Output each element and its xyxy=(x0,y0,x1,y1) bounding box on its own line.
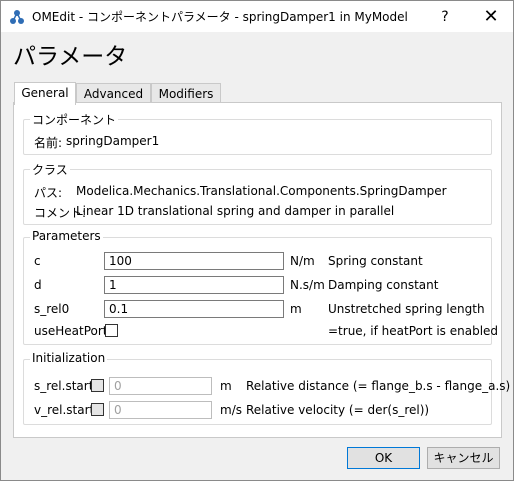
dialog-window: OMEdit - コンポーネントパラメータ - springDamper1 in… xyxy=(0,0,514,481)
cancel-button[interactable]: キャンセル xyxy=(427,447,500,469)
initialization-group: Initialization s_rel.start 0 m Relative … xyxy=(23,351,510,425)
param-c-input[interactable]: 100 xyxy=(104,252,284,270)
tab-general[interactable]: General xyxy=(14,82,76,105)
tab-advanced[interactable]: Advanced xyxy=(76,83,151,104)
s-rel-start-fixed-checkbox[interactable] xyxy=(91,379,104,392)
tab-modifiers[interactable]: Modifiers xyxy=(151,83,221,104)
name-label: 名前: xyxy=(34,136,63,150)
param-d-label: d xyxy=(34,278,42,292)
param-d-input[interactable]: 1 xyxy=(104,276,284,294)
use-heatport-desc: =true, if heatPort is enabled xyxy=(328,324,499,338)
param-s-rel0-input[interactable]: 0.1 xyxy=(104,300,284,318)
s-rel-start-desc: Relative distance (= flange_b.s - flange… xyxy=(246,379,511,393)
param-d-desc: Damping constant xyxy=(328,278,439,292)
param-s-rel0-unit: m xyxy=(290,302,302,316)
v-rel-start-unit: m/s xyxy=(220,403,242,417)
v-rel-start-input[interactable]: 0 xyxy=(109,401,212,419)
ok-button[interactable]: OK xyxy=(347,447,420,469)
title-bar[interactable]: OMEdit - コンポーネントパラメータ - springDamper1 in… xyxy=(1,1,513,32)
page-heading: パラメータ xyxy=(13,44,128,70)
use-heatport-checkbox[interactable] xyxy=(105,324,118,337)
param-c-desc: Spring constant xyxy=(328,254,423,268)
window-title: OMEdit - コンポーネントパラメータ - springDamper1 in… xyxy=(32,10,408,24)
param-c-label: c xyxy=(34,254,41,268)
s-rel-start-unit: m xyxy=(220,379,232,393)
param-s-rel0-label: s_rel0 xyxy=(34,302,70,316)
help-button[interactable]: ? xyxy=(433,5,457,29)
component-group: コンポーネント 名前: springDamper1 xyxy=(23,111,492,155)
v-rel-start-fixed-checkbox[interactable] xyxy=(91,403,104,416)
parameters-group: Parameters c 100 N/m Spring constant d 1… xyxy=(23,229,498,345)
s-rel-start-input[interactable]: 0 xyxy=(109,377,212,395)
component-group-title: コンポーネント xyxy=(30,111,119,128)
initialization-group-title: Initialization xyxy=(30,351,108,365)
use-heatport-label: useHeatPort xyxy=(34,324,108,338)
param-c-unit: N/m xyxy=(290,254,315,268)
path-label: パス: xyxy=(34,186,63,200)
param-d-unit: N.s/m xyxy=(290,278,325,292)
name-value: springDamper1 xyxy=(66,134,160,148)
s-rel-start-label: s_rel.start xyxy=(34,379,94,393)
general-tab-panel: コンポーネント 名前: springDamper1 クラス パス: Modeli… xyxy=(13,102,510,438)
v-rel-start-label: v_rel.start xyxy=(34,403,95,417)
parameters-group-title: Parameters xyxy=(30,229,103,243)
v-rel-start-desc: Relative velocity (= der(s_rel)) xyxy=(246,403,430,417)
param-s-rel0-desc: Unstretched spring length xyxy=(328,302,485,316)
comment-value: Linear 1D translational spring and dampe… xyxy=(76,204,395,218)
class-group-title: クラス xyxy=(30,161,70,178)
path-value: Modelica.Mechanics.Translational.Compone… xyxy=(76,184,447,198)
class-group: クラス パス: Modelica.Mechanics.Translational… xyxy=(23,161,492,225)
omedit-app-icon xyxy=(10,10,24,24)
close-button[interactable]: ✕ xyxy=(479,5,503,29)
